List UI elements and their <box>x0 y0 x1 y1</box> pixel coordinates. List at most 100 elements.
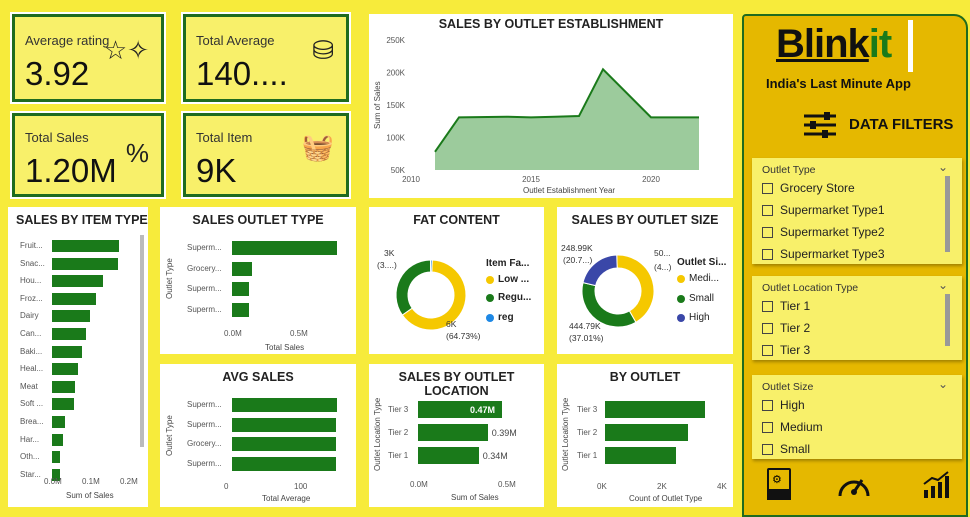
option-small[interactable]: Small <box>762 442 810 456</box>
legend-item-reg[interactable]: reg <box>486 312 514 323</box>
checkbox[interactable] <box>762 322 773 334</box>
chart-by-outlet[interactable]: BY OUTLET Outlet Location Type Tier 3 Tie… <box>557 364 733 507</box>
bar <box>232 261 252 276</box>
filters-icon <box>802 110 838 140</box>
checkbox[interactable] <box>762 182 773 194</box>
kpi-label: Total Item <box>196 130 253 145</box>
option-supermarket-type3[interactable]: Supermarket Type3 <box>762 247 885 261</box>
category-label: Superm... <box>187 304 222 314</box>
category-label: Meat <box>20 381 38 391</box>
chart-avg-sales[interactable]: AVG SALES Outlet Type Superm... Superm...… <box>160 364 356 507</box>
checkbox[interactable] <box>762 248 773 260</box>
y-tick-label: 200K <box>386 69 405 78</box>
option-high[interactable]: High <box>762 398 805 412</box>
option-tier-1[interactable]: Tier 1 <box>762 299 810 313</box>
checkbox[interactable] <box>762 300 773 312</box>
option-label: Medium <box>780 420 823 434</box>
chevron-down-icon[interactable]: ⌄ <box>938 377 948 391</box>
brand-tagline: India's Last Minute App <box>766 76 911 91</box>
chart-area: Superm... Superm... Grocery... Superm... 0 10… <box>160 364 356 507</box>
legend-item-high[interactable]: High <box>677 312 710 323</box>
dat-file-icon[interactable]: ⚙ <box>767 468 791 500</box>
option-supermarket-type1[interactable]: Supermarket Type1 <box>762 203 885 217</box>
bar <box>232 417 337 432</box>
legend-item-medium[interactable]: Medi... <box>677 273 719 284</box>
category-label: Oth... <box>20 452 40 462</box>
kpi-value: 140.... <box>196 55 288 92</box>
checkbox[interactable] <box>762 421 773 433</box>
donut-slice[interactable] <box>616 254 655 323</box>
legend-dot <box>486 293 494 302</box>
option-label: Grocery Store <box>780 181 855 195</box>
chart-fat-content[interactable]: FAT CONTENT Item Fa... Low ... Regu... r… <box>369 207 544 354</box>
bar <box>52 451 60 464</box>
bar-growth-icon[interactable] <box>922 470 950 500</box>
data-label: 444.79K <box>569 321 601 331</box>
checkbox[interactable] <box>762 344 773 356</box>
bar <box>418 424 488 441</box>
legend-item-regular[interactable]: Regu... <box>486 292 531 303</box>
category-label: Har... <box>20 434 40 444</box>
chart-sales-by-outlet-size[interactable]: SALES BY OUTLET SIZE Outlet Si... Medi..… <box>557 207 733 354</box>
option-tier-3[interactable]: Tier 3 <box>762 343 810 357</box>
x-axis-title: Outlet Establishment Year <box>523 186 616 195</box>
category-label: Fruit... <box>20 241 43 250</box>
bar <box>52 240 119 252</box>
slicer-outlet-type[interactable]: Outlet Type ⌄ Grocery Store Supermarket … <box>752 158 962 264</box>
data-label: (3....) <box>377 260 397 270</box>
x-axis-title: Total Average <box>262 494 311 503</box>
category-label: Snac... <box>20 258 45 268</box>
scrollbar[interactable] <box>945 294 950 346</box>
option-tier-2[interactable]: Tier 2 <box>762 321 810 335</box>
bar <box>418 447 479 464</box>
scrollbar[interactable] <box>140 235 144 447</box>
donut-slice[interactable] <box>395 259 432 316</box>
legend-title: Outlet Si... <box>677 257 727 268</box>
slicer-outlet-size[interactable]: Outlet Size ⌄ High Medium Small <box>752 375 962 459</box>
option-label: Tier 3 <box>780 343 811 357</box>
checkbox[interactable] <box>762 443 773 455</box>
bar <box>232 282 250 296</box>
brand-logo: Blinkit <box>776 22 892 67</box>
option-supermarket-type2[interactable]: Supermarket Type2 <box>762 225 885 239</box>
checkbox[interactable] <box>762 399 773 411</box>
category-label: Tier 2 <box>388 427 409 437</box>
value-label: 0.47M <box>470 404 496 415</box>
category-label: Tier 2 <box>577 427 598 437</box>
bar <box>52 310 90 323</box>
chart-sales-by-outlet-establishment[interactable]: SALES BY OUTLET ESTABLISHMENT Sum of Sal… <box>369 14 733 198</box>
legend-item-small[interactable]: Small <box>677 293 714 304</box>
legend-label: Low ... <box>498 274 530 285</box>
chart-sales-outlet-type[interactable]: SALES OUTLET TYPE Outlet Type Superm... G… <box>160 207 356 354</box>
bar <box>52 398 74 411</box>
slicer-outlet-location-type[interactable]: Outlet Location Type ⌄ Tier 1 Tier 2 Tie… <box>752 276 962 360</box>
scrollbar[interactable] <box>945 176 950 252</box>
tick-label: 0.5M <box>290 329 308 338</box>
brand-name-part1: Blink <box>776 22 870 66</box>
legend-label: Regu... <box>498 292 532 303</box>
x-axis-title: Sum of Sales <box>66 491 114 500</box>
bar <box>605 401 705 418</box>
data-label: 50... <box>654 248 671 258</box>
option-label: Supermarket Type2 <box>780 225 885 239</box>
legend-item-low[interactable]: Low ... <box>486 274 529 285</box>
bar <box>52 257 118 270</box>
option-grocery-store[interactable]: Grocery Store <box>762 181 855 195</box>
chevron-down-icon[interactable]: ⌄ <box>938 278 948 292</box>
option-medium[interactable]: Medium <box>762 420 823 434</box>
x-tick-label: 2015 <box>522 175 540 184</box>
donut-slice[interactable] <box>430 259 433 273</box>
gauge-icon[interactable] <box>836 468 872 500</box>
checkbox[interactable] <box>762 204 773 216</box>
checkbox[interactable] <box>762 226 773 238</box>
legend-label: reg <box>498 312 514 323</box>
chart-sales-by-item-type[interactable]: SALES BY ITEM TYPE Fruit... Snac... Hou...… <box>8 207 148 507</box>
y-tick-label: 50K <box>391 166 406 175</box>
dat-file-icon-band <box>767 489 791 500</box>
kpi-label: Total Average <box>196 33 275 48</box>
chevron-down-icon[interactable]: ⌄ <box>938 160 948 174</box>
category-label: Brea... <box>20 417 44 426</box>
chart-sales-by-outlet-location[interactable]: SALES BY OUTLET LOCATION Outlet Location… <box>369 364 544 507</box>
category-label: Baki... <box>20 346 43 356</box>
x-axis-title: Total Sales <box>265 343 305 352</box>
